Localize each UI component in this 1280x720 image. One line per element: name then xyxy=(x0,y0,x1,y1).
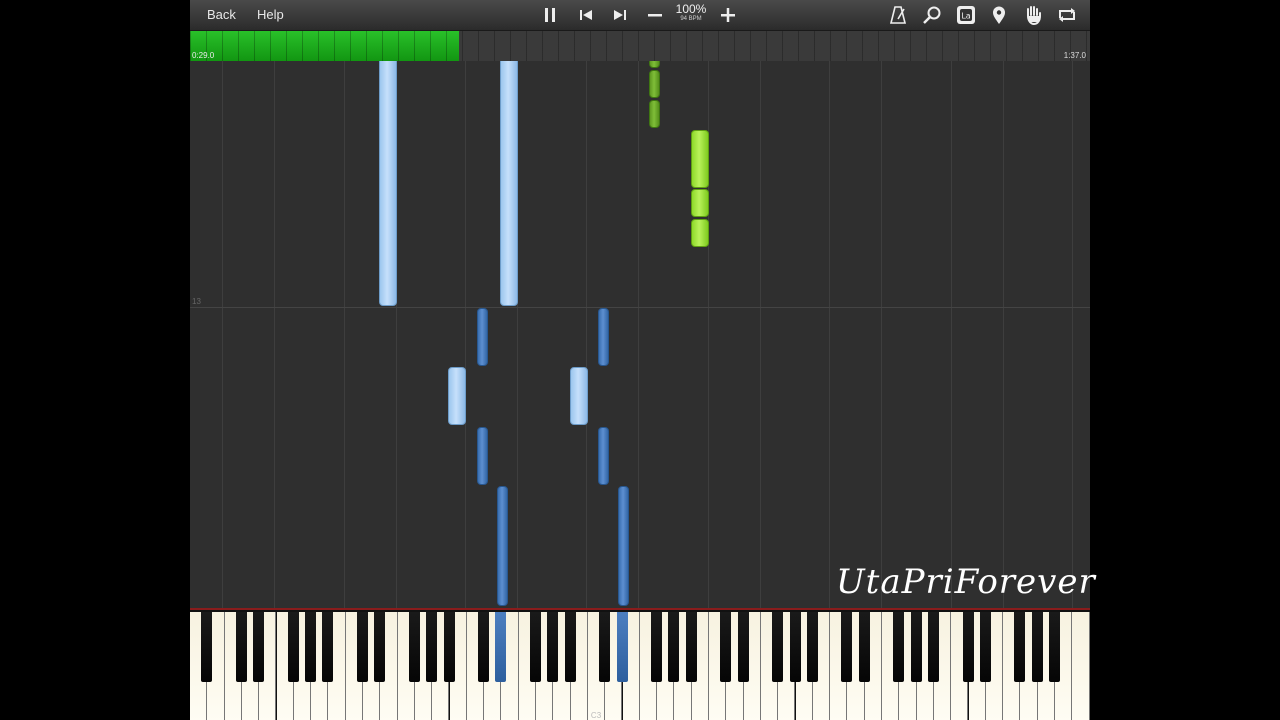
grid-line xyxy=(760,61,761,608)
black-key[interactable] xyxy=(893,612,905,682)
grid-line xyxy=(586,61,587,608)
black-key[interactable] xyxy=(443,612,455,682)
measure-line xyxy=(190,307,1090,308)
note xyxy=(598,427,609,485)
black-key[interactable] xyxy=(426,612,438,682)
grid-line xyxy=(344,61,345,608)
black-key[interactable] xyxy=(305,612,317,682)
black-key[interactable] xyxy=(668,612,680,682)
white-key[interactable] xyxy=(1072,612,1090,720)
progress-ticks xyxy=(190,31,1090,61)
black-key[interactable] xyxy=(1031,612,1043,682)
black-key[interactable] xyxy=(720,612,732,682)
measure-number: 13 xyxy=(192,297,201,306)
speed-bpm: 94 BPM xyxy=(680,16,702,22)
black-key[interactable] xyxy=(287,612,299,682)
black-key[interactable] xyxy=(616,612,628,682)
grid-line xyxy=(951,61,952,608)
location-pin-icon[interactable] xyxy=(988,4,1010,26)
piano-keyboard: C3 xyxy=(190,608,1090,720)
grid-line xyxy=(465,61,466,608)
note xyxy=(618,486,629,606)
black-key[interactable] xyxy=(651,612,663,682)
note xyxy=(691,130,709,188)
speed-display: 100% 94 BPM xyxy=(668,3,714,23)
black-key[interactable] xyxy=(1014,612,1026,682)
note xyxy=(477,308,488,366)
toolbar: Back Help 100% 94 BPM La xyxy=(190,0,1090,31)
black-key[interactable] xyxy=(858,612,870,682)
back-button[interactable]: Back xyxy=(207,4,236,26)
black-key[interactable] xyxy=(841,612,853,682)
note-label-icon[interactable]: La xyxy=(955,4,977,26)
black-key[interactable] xyxy=(201,612,213,682)
grid-line xyxy=(829,61,830,608)
black-key[interactable] xyxy=(962,612,974,682)
piano-roll: 13 xyxy=(190,61,1090,608)
song-progress-bar[interactable]: 0:29.0 1:37.0 xyxy=(190,31,1090,61)
note xyxy=(649,70,660,98)
note xyxy=(379,61,397,306)
hand-icon[interactable] xyxy=(1022,4,1044,26)
svg-text:La: La xyxy=(961,12,970,21)
note xyxy=(649,100,660,128)
magnifier-icon[interactable] xyxy=(921,4,943,26)
note xyxy=(570,367,588,425)
c3-key-label: C3 xyxy=(590,711,602,720)
grid-line xyxy=(222,61,223,608)
black-key[interactable] xyxy=(357,612,368,682)
speed-percent: 100% xyxy=(675,2,707,16)
black-key[interactable] xyxy=(737,612,749,682)
black-key[interactable] xyxy=(1049,612,1060,682)
grid-line xyxy=(638,61,639,608)
minus-icon[interactable] xyxy=(644,4,666,26)
metronome-icon[interactable] xyxy=(887,4,909,26)
black-key[interactable] xyxy=(910,612,922,682)
black-key[interactable] xyxy=(374,612,386,682)
current-time: 0:29.0 xyxy=(192,51,215,60)
note xyxy=(497,486,508,606)
note xyxy=(649,61,660,68)
black-key[interactable] xyxy=(322,612,334,682)
black-key[interactable] xyxy=(408,612,420,682)
grid-line xyxy=(881,61,882,608)
note xyxy=(691,189,709,217)
black-key[interactable] xyxy=(789,612,801,682)
synthesia-app: Back Help 100% 94 BPM La 0:29.0 1:37.0 1… xyxy=(190,0,1090,720)
next-icon[interactable] xyxy=(609,4,631,26)
black-key[interactable] xyxy=(806,612,818,682)
black-key[interactable] xyxy=(547,612,559,682)
plus-icon[interactable] xyxy=(717,4,739,26)
note xyxy=(691,219,709,247)
previous-icon[interactable] xyxy=(575,4,597,26)
note xyxy=(500,61,518,306)
grid-line xyxy=(274,61,275,608)
note xyxy=(598,308,609,366)
note xyxy=(477,427,488,485)
note xyxy=(448,367,466,425)
help-button[interactable]: Help xyxy=(257,4,284,26)
grid-line xyxy=(1003,61,1004,608)
black-key[interactable] xyxy=(564,612,576,682)
black-key[interactable] xyxy=(979,612,991,682)
black-key[interactable] xyxy=(253,612,265,682)
watermark: UtaPriForever xyxy=(836,562,1096,602)
pause-icon[interactable] xyxy=(539,4,561,26)
black-key[interactable] xyxy=(685,612,697,682)
black-key[interactable] xyxy=(772,612,784,682)
black-key[interactable] xyxy=(927,612,939,682)
black-key[interactable] xyxy=(599,612,611,682)
black-key[interactable] xyxy=(530,612,541,682)
total-time: 1:37.0 xyxy=(1063,51,1086,60)
grid-line xyxy=(1072,61,1073,608)
loop-icon[interactable] xyxy=(1056,4,1078,26)
black-key[interactable] xyxy=(495,612,507,682)
black-key[interactable] xyxy=(235,612,247,682)
black-key[interactable] xyxy=(478,612,490,682)
